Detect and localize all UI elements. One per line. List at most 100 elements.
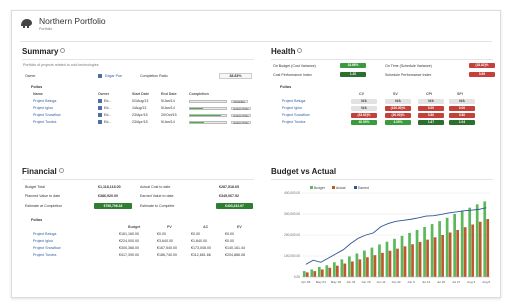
actual-bar (381, 252, 384, 277)
x-tick-label: Jul 27 (452, 280, 461, 284)
health-metric-cell: N/A (351, 98, 377, 104)
health-metric-cell: (100.00)% (385, 105, 411, 111)
money-cell: €204,886.08 (225, 253, 245, 257)
actual-bar (426, 239, 429, 277)
project-link[interactable]: Project Igloo (33, 106, 53, 111)
actual-bar (320, 269, 324, 277)
money-cell: €417,390.00 (119, 253, 139, 257)
money-cell: €1,840.00 (191, 239, 207, 243)
budget-bar (438, 221, 441, 277)
actual-bar (486, 219, 490, 277)
x-tick-label: May 18 (331, 280, 341, 284)
on-budget-label: On Budget (Cost Variance) (273, 64, 316, 68)
budget-bar (423, 227, 426, 277)
owner-name-link[interactable]: Edgar Poe (105, 74, 122, 79)
health-metric-cell: N/A (449, 98, 475, 104)
actual-bar (441, 235, 444, 277)
actual-bar (343, 263, 347, 277)
actual-bar (478, 221, 482, 277)
info-icon[interactable] (297, 48, 303, 53)
owner-cell: Ed... (104, 106, 112, 110)
cpi-value: 1.20 (340, 72, 366, 77)
spi-label: Schedule Performance Index (385, 73, 432, 77)
budget-vs-actual-chart: 400,000.00 300,000.00 200,000.00 100,000.00… (284, 186, 491, 284)
financial-folios-heading: Folios (31, 218, 43, 222)
health-metric-cell: 0.00 (418, 105, 444, 111)
info-icon[interactable] (58, 168, 64, 173)
health-metric-cell: 1.04 (449, 119, 475, 125)
actual-bar (313, 271, 317, 277)
budget-total-value: €1,118,118.00 (98, 185, 121, 189)
status-badge: EXECUTING (231, 120, 252, 125)
legend-label: Budget (314, 186, 325, 190)
completion-label: Completion Ratio (140, 74, 168, 78)
actual-cost-value: €287,518.65 (219, 185, 239, 189)
actual-bar (373, 255, 377, 277)
budget-bar (355, 253, 359, 277)
portfolio-dashboard: Northern Portfolio Portfolio Summary Por… (11, 10, 501, 298)
x-tick-label: Aug 3 (467, 280, 475, 284)
eac-label: Estimate at Completion (25, 204, 63, 208)
project-link[interactable]: Project Tundra (282, 120, 305, 125)
summary-title: Summary (22, 47, 66, 56)
actual-bar (396, 248, 399, 277)
legend-label: Actual (336, 186, 346, 190)
budget-bar (400, 235, 404, 277)
actual-cost-label: Actual Cost to date (140, 185, 171, 189)
on-time-label: On Time (Schedule Variance) (385, 64, 432, 68)
y-tick-label: 200,000.00 (284, 233, 300, 237)
budget-bar (378, 244, 381, 277)
budget-bar (340, 259, 344, 277)
start-date-cell: 1/Aug/13 (132, 106, 147, 110)
completion-progress-bar (189, 100, 227, 104)
money-cell: €112,661.66 (191, 253, 211, 257)
x-tick-label: Jun 11 (376, 280, 385, 284)
col-end-date: End Date (161, 92, 177, 96)
budget-bar (430, 224, 434, 277)
x-tick-label: May 04 (316, 280, 326, 284)
project-link[interactable]: Project Beluga (282, 99, 305, 104)
etc-value: €403,242.07 (216, 203, 253, 209)
money-cell: €161,160.00 (119, 232, 139, 236)
budget-bar (302, 271, 306, 277)
col-pv: PV (167, 225, 172, 229)
health-metric-cell: N/A (418, 98, 444, 104)
money-cell: €173,008.00 (191, 246, 211, 250)
actual-bar (456, 229, 460, 277)
money-cell: €300,368.00 (119, 246, 139, 250)
status-badge: EXECUTING (231, 113, 252, 118)
health-metric-cell: (20.00)% (385, 112, 411, 118)
project-link[interactable]: Project Beluga (33, 99, 56, 104)
info-icon[interactable] (60, 48, 66, 53)
project-link[interactable]: Project Igloo (33, 239, 53, 244)
health-metric-cell: 4.00% (385, 119, 411, 125)
start-date-cell: 23/Apr/15 (132, 113, 148, 117)
money-cell: €0.00 (225, 232, 234, 236)
budget-bar (408, 232, 411, 277)
actual-bar (433, 237, 437, 277)
project-link[interactable]: Project Igloo (282, 106, 302, 111)
budget-bar (325, 265, 329, 277)
col-spi: SPI (457, 92, 463, 96)
col-completion: Completion (189, 92, 209, 96)
health-metric-cell: 0.80 (418, 112, 444, 118)
health-metric-cell: N/A (385, 98, 411, 104)
project-link[interactable]: Project Tundra (33, 120, 56, 125)
col-ac: AC (203, 225, 209, 229)
project-link[interactable]: Project Snowflow (33, 113, 61, 118)
y-tick-label: 300,000.00 (284, 212, 300, 216)
project-link[interactable]: Project Snowflow (282, 113, 310, 118)
col-owner: Owner (98, 92, 110, 96)
actual-bar (411, 244, 414, 277)
col-start-date: Start Date (132, 92, 149, 96)
project-link[interactable]: Project Beluga (33, 232, 56, 237)
legend-swatch (310, 186, 313, 189)
etc-label: Estimate to Complete (140, 204, 175, 208)
earned-value-label: Earned Value to date (140, 194, 174, 198)
project-link[interactable]: Project Tundra (33, 253, 56, 258)
actual-bar (366, 257, 369, 277)
summary-title-text: Summary (22, 47, 59, 56)
project-link[interactable]: Project Snowflow (33, 246, 61, 251)
actual-bar (403, 246, 407, 277)
budget-bar (468, 207, 472, 277)
